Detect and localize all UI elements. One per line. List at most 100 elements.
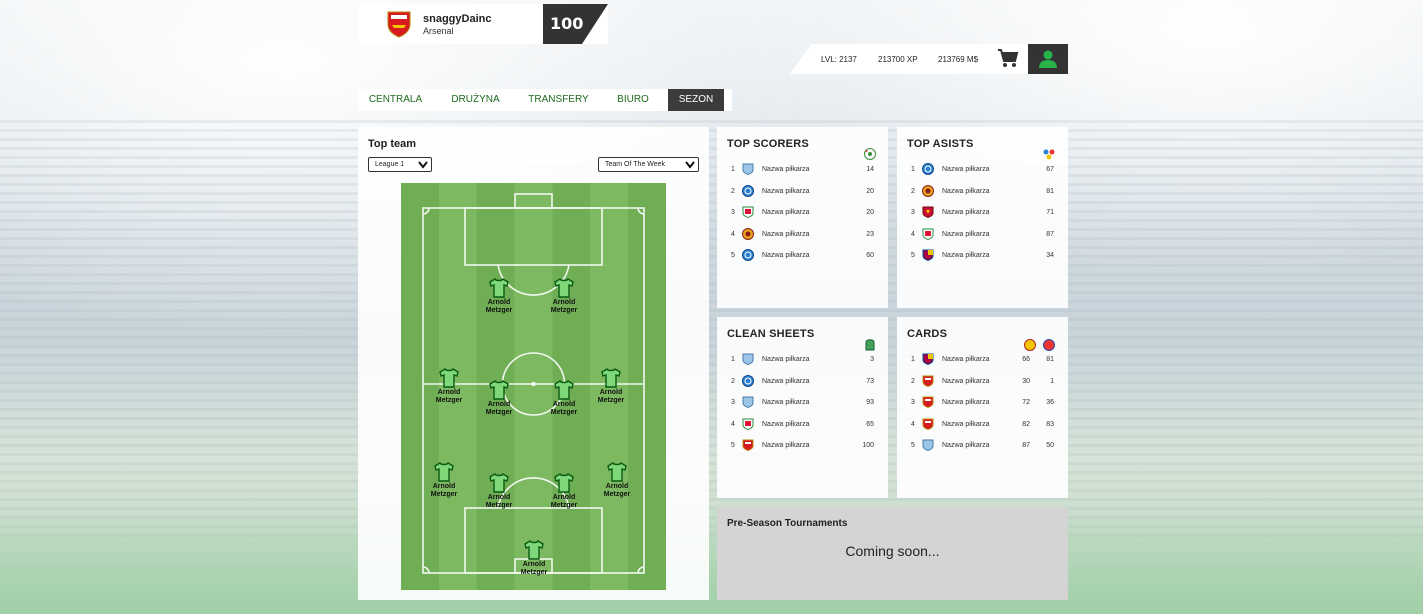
player-first-name: Arnold [522,561,546,568]
stat-row[interactable]: 2 Nazwa piłkarza 30 1 [897,373,1068,391]
player-last-name: Metzger [550,409,578,416]
row-rank: 4 [731,231,735,238]
player-slot[interactable]: Arnold Metzger [424,461,464,499]
stat-row[interactable]: 1 Nazwa piłkarza 3 [717,351,888,369]
club-badge-icon [742,353,754,365]
nav-item-transfery[interactable]: TRANSFERY [521,89,596,111]
grass-background [0,504,1423,614]
stat-row[interactable]: 4 Nazwa piłkarza 23 [717,226,888,244]
player-slot[interactable]: Arnold Metzger [479,379,519,417]
player-last-name: Metzger [550,502,578,509]
player-slot[interactable]: Arnold Metzger [597,461,637,499]
nav-item-centrala[interactable]: CENTRALA [358,89,433,111]
yellow-cards-value: 66 [1022,356,1030,363]
top-asists-panel: TOP ASISTS 1 Nazwa piłkarza 67 2 Nazwa p… [897,127,1068,308]
stat-row[interactable]: 2 Nazwa piłkarza 20 [717,183,888,201]
player-slot[interactable]: Arnold Metzger [591,367,631,405]
stat-row[interactable]: 5 Nazwa piłkarza 100 [717,437,888,455]
nav-item-biuro[interactable]: BIURO [598,89,668,111]
row-rank: 5 [911,442,915,449]
stat-row[interactable]: 4 Nazwa piłkarza 87 [897,226,1068,244]
player-last-name: Metzger [550,307,578,314]
stat-row[interactable]: 5 Nazwa piłkarza 87 50 [897,437,1068,455]
stat-row[interactable]: 1 Nazwa piłkarza 67 [897,161,1068,179]
top-asists-title: TOP ASISTS [907,138,974,150]
goals-value: 23 [866,231,874,238]
stat-row[interactable]: 3 Nazwa piłkarza 72 36 [897,394,1068,412]
player-name: Nazwa piłkarza [762,378,810,385]
yellow-cards-value: 30 [1022,378,1030,385]
assists-value: 34 [1046,252,1054,259]
xp-stat: 213700 XP [878,55,918,64]
nav-item-druzyna[interactable]: DRUŻYNA [438,89,513,111]
player-name: Nazwa piłkarza [762,188,810,195]
profile-button[interactable] [1028,44,1068,74]
club-badge-icon [742,206,754,218]
yellow-cards-value: 87 [1022,442,1030,449]
chevron-down-icon [685,161,695,169]
row-rank: 2 [731,378,735,385]
stat-row[interactable]: 4 Nazwa piłkarza 65 [717,416,888,434]
stat-row[interactable]: 1 Nazwa piłkarza 14 [717,161,888,179]
cart-button[interactable] [997,48,1021,70]
player-name: Nazwa piłkarza [762,231,810,238]
player-slot[interactable]: Arnold Metzger [429,367,469,405]
player-last-name: Metzger [485,409,513,416]
stat-row[interactable]: 2 Nazwa piłkarza 73 [717,373,888,391]
nav-item-sezon[interactable]: SEZON [668,89,724,111]
club-badge-icon [742,396,754,408]
player-last-name: Metzger [520,569,548,576]
club-badge-icon [742,418,754,430]
player-slot[interactable]: Arnold Metzger [544,277,584,315]
player-name: Nazwa piłkarza [762,356,810,363]
row-rank: 3 [911,209,915,216]
league-select[interactable]: League 1 [368,157,432,172]
player-name: Nazwa piłkarza [942,378,990,385]
club-badge-icon [742,163,754,175]
club-badge-icon [922,353,934,365]
player-slot[interactable]: Arnold Metzger [544,379,584,417]
red-cards-value: 81 [1046,356,1054,363]
top-team-panel: Top team League 1 Team Of The Week Arnol… [358,127,709,600]
jersey-icon [489,473,509,493]
arsenal-crest-icon [922,396,934,408]
red-card-icon [1043,339,1055,351]
player-first-name: Arnold [552,401,576,408]
player-name: Nazwa piłkarza [942,252,990,259]
club-badge-icon [922,249,934,261]
stat-row[interactable]: 3 Nazwa piłkarza 71 [897,204,1068,222]
assists-value: 67 [1046,166,1054,173]
red-cards-value: 50 [1046,442,1054,449]
assists-value: 87 [1046,231,1054,238]
stat-row[interactable]: 2 Nazwa piłkarza 81 [897,183,1068,201]
period-select[interactable]: Team Of The Week [598,157,699,172]
player-name: Nazwa piłkarza [942,442,990,449]
player-last-name: Metzger [485,502,513,509]
player-slot[interactable]: Arnold Metzger [544,472,584,510]
row-rank: 1 [731,166,735,173]
top-scorers-panel: TOP SCORERS 1 Nazwa piłkarza 14 2 Nazwa … [717,127,888,308]
jersey-icon [489,278,509,298]
stat-row[interactable]: 3 Nazwa piłkarza 93 [717,394,888,412]
cards-title: CARDS [907,328,948,340]
main-nav: CENTRALA DRUŻYNA TRANSFERY BIURO SEZON [358,89,732,111]
player-first-name: Arnold [487,299,511,306]
player-name: Nazwa piłkarza [942,421,990,428]
club-name: Arsenal [423,26,454,36]
stat-row[interactable]: 5 Nazwa piłkarza 60 [717,247,888,265]
club-badge-icon [742,228,754,240]
player-slot[interactable]: Arnold Metzger [514,539,554,577]
player-first-name: Arnold [552,299,576,306]
player-slot[interactable]: Arnold Metzger [479,277,519,315]
stat-row[interactable]: 4 Nazwa piłkarza 82 83 [897,416,1068,434]
stat-row[interactable]: 1 Nazwa piłkarza 66 81 [897,351,1068,369]
row-rank: 5 [731,442,735,449]
jersey-icon [439,368,459,388]
player-slot[interactable]: Arnold Metzger [479,472,519,510]
stat-row[interactable]: 3 Nazwa piłkarza 20 [717,204,888,222]
jersey-icon [554,278,574,298]
stat-row[interactable]: 5 Nazwa piłkarza 34 [897,247,1068,265]
jersey-icon [554,380,574,400]
row-rank: 1 [911,356,915,363]
user-icon [1039,50,1057,68]
